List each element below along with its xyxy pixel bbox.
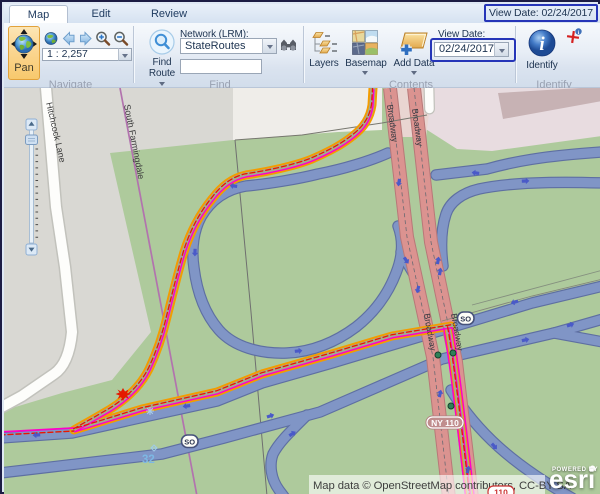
svg-text:SO: SO xyxy=(460,314,471,323)
svg-text:i: i xyxy=(539,34,545,55)
svg-text:32: 32 xyxy=(142,454,155,466)
svg-text:110: 110 xyxy=(494,488,508,494)
svg-text:SO: SO xyxy=(184,437,195,446)
svg-text:Map data © OpenStreetMap contr: Map data © OpenStreetMap contributors, C… xyxy=(313,480,572,492)
svg-text:esri: esri xyxy=(549,464,595,494)
svg-text:NY 110: NY 110 xyxy=(431,418,459,428)
